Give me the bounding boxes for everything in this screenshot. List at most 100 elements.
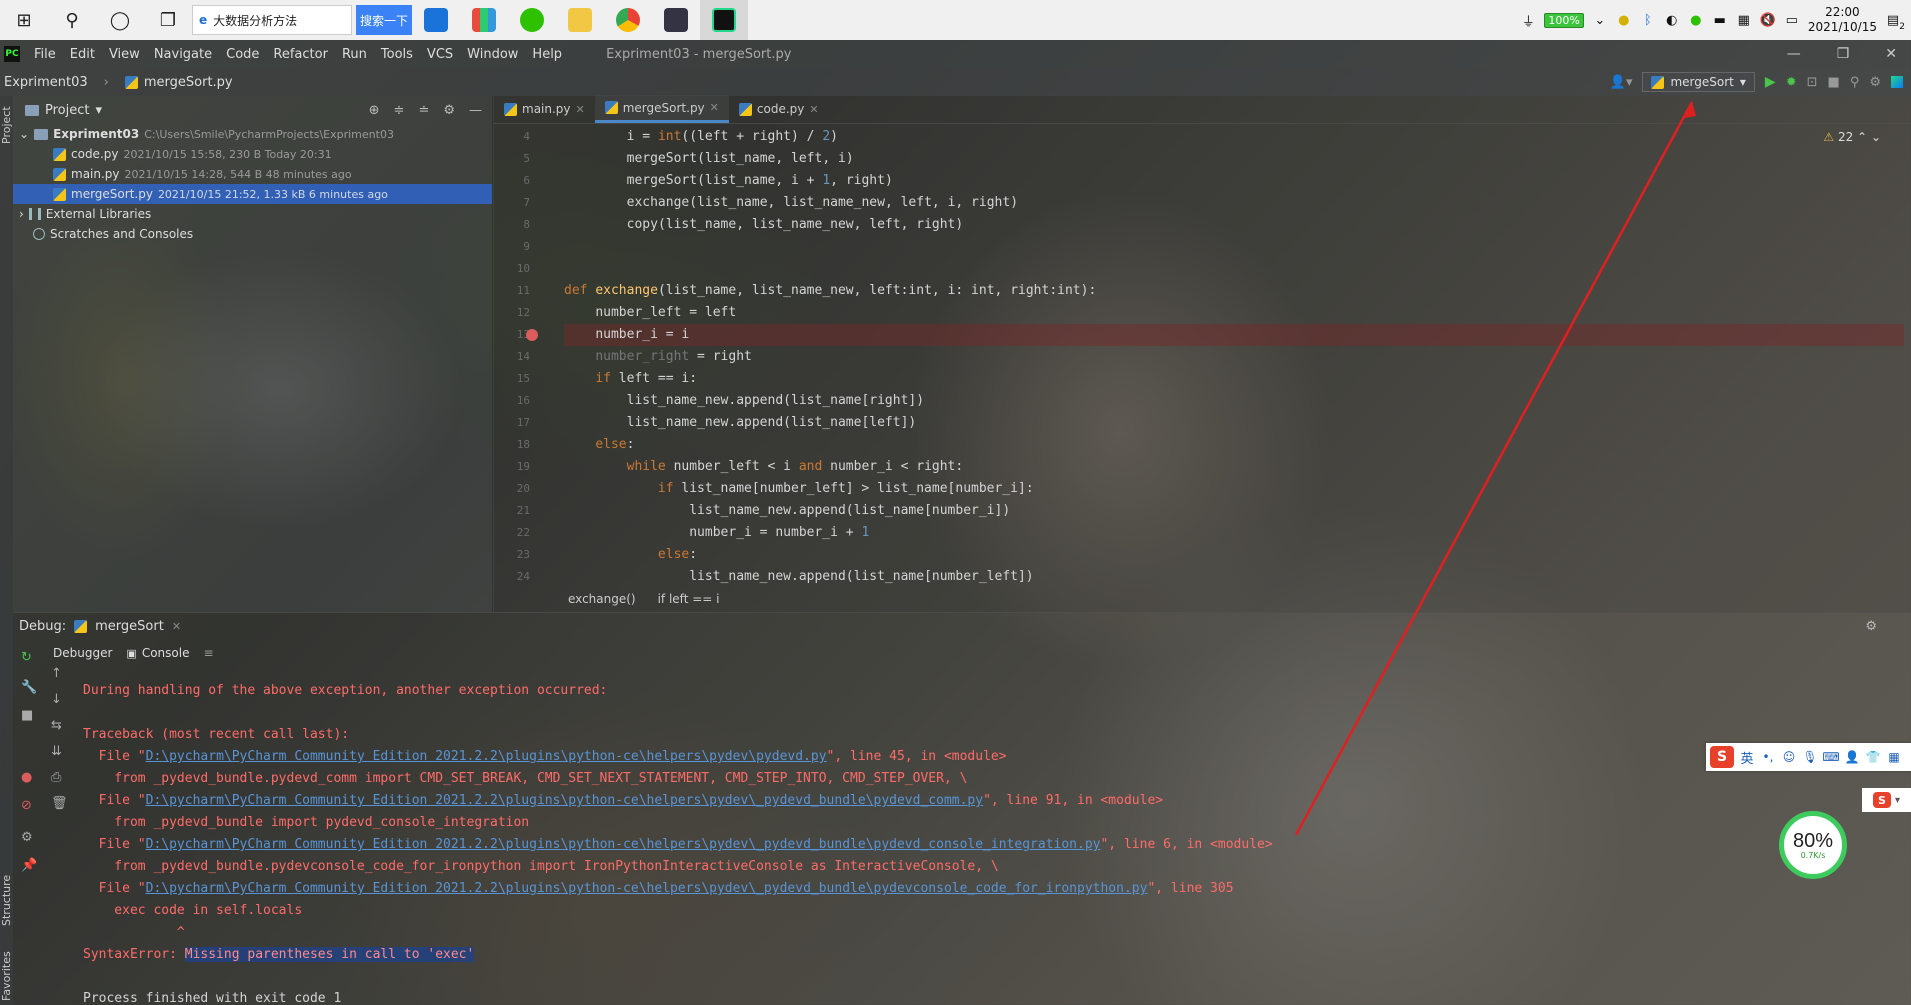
- close-tab-icon[interactable]: ✕: [809, 103, 818, 116]
- trash-icon[interactable]: 🗑: [51, 796, 68, 811]
- volume-mute-icon[interactable]: 🔇: [1760, 12, 1776, 28]
- project-tool-tab[interactable]: Project: [0, 106, 13, 144]
- code-line[interactable]: if left == i:: [564, 368, 697, 390]
- console-output[interactable]: During handling of the above exception, …: [83, 680, 1863, 1005]
- code-line[interactable]: else:: [564, 544, 697, 566]
- expand-all-icon[interactable]: ≑: [394, 103, 405, 118]
- line-number[interactable]: 24: [517, 570, 530, 583]
- monitor-icon[interactable]: ▬: [1712, 12, 1728, 28]
- debug-session-tab[interactable]: mergeSort: [95, 619, 164, 634]
- close-tab-icon[interactable]: ✕: [710, 101, 719, 114]
- traceback-file-link[interactable]: D:\pycharm\PyCharm Community Edition 202…: [146, 881, 1148, 896]
- code-line[interactable]: number_i = number_i + 1: [564, 522, 869, 544]
- menu-edit[interactable]: Edit: [70, 47, 95, 62]
- pycharm-taskbar-icon[interactable]: [700, 0, 748, 40]
- breadcrumb-project[interactable]: Expriment03: [4, 75, 88, 90]
- bluetooth-icon[interactable]: ᛒ: [1640, 12, 1656, 28]
- gear-icon[interactable]: ⚙: [1865, 619, 1911, 634]
- rerun-icon[interactable]: ↻: [21, 650, 32, 665]
- menu-run[interactable]: Run: [342, 47, 367, 62]
- stop-icon[interactable]: ■: [21, 708, 33, 723]
- chevron-down-icon[interactable]: ▾: [95, 103, 102, 118]
- skin-icon[interactable]: 👕: [1865, 749, 1881, 765]
- structure-tool-tab[interactable]: Structure: [0, 875, 13, 926]
- close-icon[interactable]: ✕: [1885, 46, 1897, 62]
- search-icon[interactable]: ⚲: [48, 0, 96, 40]
- wechat-icon[interactable]: [508, 0, 556, 40]
- line-number[interactable]: 10: [517, 262, 530, 275]
- menu-code[interactable]: Code: [226, 47, 259, 62]
- collapse-all-icon[interactable]: ≐: [418, 103, 429, 118]
- code-line[interactable]: if list_name[number_left] > list_name[nu…: [564, 478, 1034, 500]
- ime-language-toggle[interactable]: 英: [1739, 749, 1755, 767]
- network-icon[interactable]: ▦: [1736, 12, 1752, 28]
- line-number[interactable]: 19: [517, 460, 530, 473]
- settings-gear-icon[interactable]: ⚙: [1869, 75, 1881, 90]
- search-go-button[interactable]: 搜索一下: [356, 5, 412, 35]
- browser-search-input[interactable]: e 大数据分析方法: [192, 5, 352, 35]
- line-number[interactable]: 20: [517, 482, 530, 495]
- line-number[interactable]: 17: [517, 416, 530, 429]
- soft-wrap-icon[interactable]: ⇆: [51, 718, 62, 733]
- menu-help[interactable]: Help: [532, 47, 562, 62]
- code-line[interactable]: i = int((left + right) / 2): [564, 126, 838, 148]
- mute-breakpoints-icon[interactable]: ⊘: [21, 798, 32, 813]
- close-tab-icon[interactable]: ✕: [576, 103, 585, 116]
- grid-menu-icon[interactable]: ▦: [1886, 749, 1902, 765]
- line-number[interactable]: 11: [517, 284, 530, 297]
- code-line[interactable]: exchange(list_name, list_name_new, left,…: [564, 192, 1018, 214]
- network-speed-widget[interactable]: 80% 0.7K/s: [1779, 811, 1847, 879]
- chrome-icon[interactable]: [604, 0, 652, 40]
- debug-icon[interactable]: ✹: [1786, 75, 1797, 90]
- code-line[interactable]: list_name_new.append(list_name[left]): [564, 412, 917, 434]
- code-line[interactable]: number_i = i: [564, 324, 689, 346]
- display-icon[interactable]: ▭: [1784, 12, 1800, 28]
- tree-external-libraries[interactable]: › External Libraries: [13, 204, 492, 224]
- menu-tools[interactable]: Tools: [381, 47, 413, 62]
- gear-icon[interactable]: ⚙: [443, 103, 455, 118]
- code-line[interactable]: copy(list_name, list_name_new, left, rig…: [564, 214, 964, 236]
- pin-icon[interactable]: 📌: [21, 858, 37, 873]
- mail-app-icon[interactable]: [412, 0, 460, 40]
- notification-icon[interactable]: ▤ 2: [1885, 12, 1905, 33]
- restore-icon[interactable]: ❐: [1837, 46, 1850, 62]
- search-everywhere-icon[interactable]: ⚲: [1850, 75, 1860, 90]
- file-explorer-icon[interactable]: [556, 0, 604, 40]
- menu-file[interactable]: File: [34, 47, 56, 62]
- minimize-icon[interactable]: —: [1787, 46, 1801, 62]
- code-line[interactable]: mergeSort(list_name, i + 1, right): [564, 170, 893, 192]
- norton-icon[interactable]: ●: [1616, 12, 1632, 28]
- close-icon[interactable]: ✕: [172, 620, 181, 633]
- app-icon[interactable]: [652, 0, 700, 40]
- microphone-icon[interactable]: 🎙: [1802, 749, 1818, 765]
- task-view-icon[interactable]: ❐: [144, 0, 192, 40]
- sogou-logo-icon[interactable]: S: [1710, 746, 1734, 768]
- line-number[interactable]: 6: [523, 174, 530, 187]
- tab-code-py[interactable]: code.py ✕: [729, 95, 829, 123]
- code-line[interactable]: mergeSort(list_name, left, i): [564, 148, 854, 170]
- line-number[interactable]: 8: [523, 218, 530, 231]
- project-panel-title[interactable]: Project: [45, 103, 89, 118]
- punctuation-icon[interactable]: •,: [1760, 749, 1776, 765]
- taskbar-clock[interactable]: 22:00 2021/10/15: [1808, 5, 1877, 35]
- tab-debugger[interactable]: Debugger: [53, 646, 112, 660]
- traceback-file-link[interactable]: D:\pycharm\PyCharm Community Edition 202…: [146, 793, 983, 808]
- line-number[interactable]: 5: [523, 152, 530, 165]
- code-area[interactable]: i = int((left + right) / 2) mergeSort(li…: [564, 124, 1904, 584]
- view-breakpoints-icon[interactable]: ●: [21, 770, 32, 785]
- stop-icon[interactable]: ■: [1828, 75, 1840, 90]
- tree-file-code[interactable]: code.py 2021/10/15 15:58, 230 B Today 20…: [13, 144, 492, 164]
- ime-mini-bar[interactable]: S ▾: [1862, 788, 1911, 812]
- code-line[interactable]: list_name_new.append(list_name[number_i]…: [564, 500, 1010, 522]
- tree-scratches[interactable]: Scratches and Consoles: [13, 224, 492, 244]
- menu-window[interactable]: Window: [467, 47, 518, 62]
- print-icon[interactable]: ⎙: [51, 770, 61, 785]
- line-number[interactable]: 14: [517, 350, 530, 363]
- code-line[interactable]: while number_left < i and number_i < rig…: [564, 456, 964, 478]
- user-icon[interactable]: 👤▾: [1610, 75, 1633, 90]
- crumb-block[interactable]: if left == i: [658, 592, 720, 606]
- emoji-icon[interactable]: ☺: [1781, 749, 1797, 765]
- line-number[interactable]: 23: [517, 548, 530, 561]
- code-line[interactable]: def exchange(list_name, list_name_new, l…: [564, 280, 1096, 302]
- line-number[interactable]: 15: [517, 372, 530, 385]
